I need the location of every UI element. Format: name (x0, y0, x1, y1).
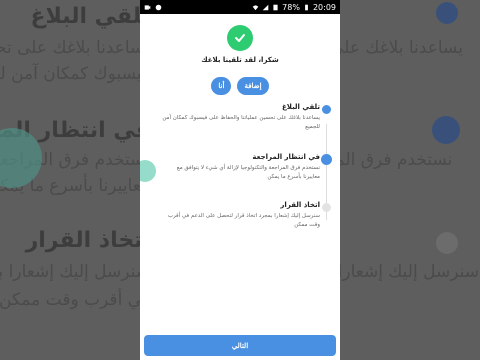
step-title: اتخاذ القرار (280, 201, 320, 209)
me-button[interactable]: أنا (211, 77, 232, 95)
step-title: تلقي البلاغ (281, 103, 320, 111)
step-description: سنرسل إليك إشعارا بمجرد اتخاذ قرار لتحصل… (167, 213, 320, 228)
step-3-dot (322, 203, 331, 212)
status-bar: 78% 20:09 (140, 0, 340, 14)
background-text: نستخدم فرق المراجعة لإزالة أي شيء لا يتو… (340, 150, 453, 170)
background-text: في أقرب وقت ممكن (0, 290, 140, 310)
step-dot-ghost (436, 232, 458, 254)
battery-percentage: 78% (282, 2, 300, 12)
background-text: يساعدنا بلاغك على تحسين عملياتنا والحفاظ… (340, 38, 463, 58)
signal-icon (262, 4, 269, 10)
confirmation-message: شكرا، لقد تلقينا بلاغك (201, 56, 279, 64)
step-dot-ghost (436, 2, 458, 24)
touch-indicator (140, 160, 156, 182)
messenger-icon (155, 4, 162, 10)
step-2-dot (321, 154, 332, 165)
background-text: سنرسل إليك إشعارا بمجرد اتخاذ قرار لتحصل… (340, 262, 479, 282)
background-right-panel: تلقي البلاغ يساعدنا بلاغك على تحسين عملي… (340, 0, 480, 360)
report-confirmation: شكرا، لقد تلقينا بلاغك أنا إضافة تلقي ال… (140, 14, 340, 360)
step-decision: اتخاذ القرار سنرسل إليك إشعارا بمجرد اتخ… (160, 201, 320, 229)
background-text: سنرسل إليك إشعارا بمجرد اتخاذ قرار لتحصل… (0, 262, 140, 282)
next-button[interactable]: التالي (144, 335, 336, 356)
background-heading: تلقي البلاغ (30, 4, 140, 29)
step-title: في انتظار المراجعة (252, 153, 320, 161)
background-left-panel: تلقي البلاغ يساعدنا بلاغك على تحسين عملي… (0, 0, 140, 360)
background-text: فيسبوك كمكان آمن للجميع (0, 64, 140, 84)
wifi-icon (252, 4, 259, 10)
step-dot-ghost (432, 116, 460, 144)
step-1-dot (322, 105, 331, 114)
phone-screen: 78% 20:09 شكرا، لقد تلقينا بلاغك أنا إضا… (140, 0, 340, 360)
video-icon (144, 4, 151, 10)
step-description: يساعدنا بلاغك على تحسين عملياتنا والحفاظ… (162, 115, 320, 130)
background-text: يساعدنا بلاغك على تحسين عملياتنا والحفاظ… (0, 38, 140, 58)
action-buttons: أنا إضافة (140, 77, 340, 95)
step-description: نستخدم فرق المراجعة والتكنولوجيا لإزالة … (176, 165, 320, 180)
battery-icon (305, 4, 308, 10)
clock: 20:09 (312, 2, 336, 12)
success-check-icon (227, 25, 253, 51)
sim-icon (273, 4, 278, 10)
background-heading: اتخاذ القرار (25, 228, 140, 253)
step-received: تلقي البلاغ يساعدنا بلاغك على تحسين عملي… (160, 103, 320, 131)
add-button[interactable]: إضافة (237, 77, 269, 95)
step-pending-review: في انتظار المراجعة نستخدم فرق المراجعة و… (160, 153, 320, 181)
